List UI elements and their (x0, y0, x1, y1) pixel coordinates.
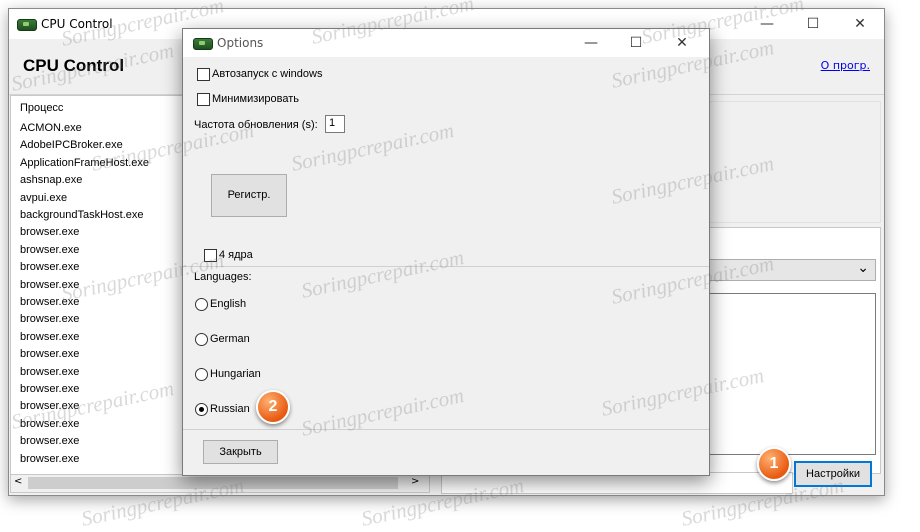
options-close-button[interactable]: ✕ (667, 32, 697, 54)
process-row[interactable]: browser.exe (20, 453, 79, 465)
section-divider (183, 266, 709, 267)
process-row[interactable]: browser.exe (20, 400, 79, 412)
process-row[interactable]: browser.exe (20, 296, 79, 308)
process-row[interactable]: browser.exe (20, 418, 79, 430)
footer-divider (183, 429, 709, 430)
process-row[interactable]: browser.exe (20, 348, 79, 360)
process-row[interactable]: browser.exe (20, 383, 79, 395)
process-row[interactable]: browser.exe (20, 226, 79, 238)
english-radio[interactable] (195, 298, 208, 311)
options-maximize-button[interactable]: ☐ (621, 32, 651, 54)
cpu-chip-icon (193, 38, 213, 50)
process-column-header[interactable]: Процесс (20, 102, 63, 114)
process-row[interactable]: backgroundTaskHost.exe (20, 209, 144, 221)
english-label: English (210, 298, 247, 310)
russian-label: Russian (210, 403, 250, 415)
four-cores-label: 4 ядра (219, 249, 253, 261)
four-cores-checkbox[interactable] (204, 249, 217, 262)
process-row[interactable]: ACMON.exe (20, 122, 82, 134)
process-row[interactable]: browser.exe (20, 435, 79, 447)
process-row[interactable]: browser.exe (20, 366, 79, 378)
minimize-button[interactable]: — (752, 13, 782, 35)
options-title: Options (217, 36, 264, 50)
process-row[interactable]: browser.exe (20, 261, 79, 273)
cpu-chip-icon (17, 19, 37, 31)
german-radio[interactable] (195, 333, 208, 346)
step-1-badge: 1 (757, 447, 791, 481)
process-row[interactable]: avpui.exe (20, 192, 67, 204)
minimize-checkbox[interactable] (197, 93, 210, 106)
scrollbar-thumb[interactable] (28, 477, 398, 489)
options-titlebar: Options — ☐ ✕ (183, 29, 709, 57)
about-link[interactable]: О прогр. (821, 59, 870, 72)
minimize-label: Минимизировать (212, 93, 300, 105)
maximize-button[interactable]: ☐ (798, 13, 828, 35)
app-title: CPU Control (23, 56, 125, 75)
russian-radio[interactable] (195, 403, 208, 416)
process-row[interactable]: browser.exe (20, 313, 79, 325)
options-minimize-button[interactable]: — (576, 32, 606, 54)
settings-button[interactable]: Настройки (794, 461, 872, 487)
autostart-label: Автозапуск с windows (212, 68, 323, 80)
process-row[interactable]: browser.exe (20, 244, 79, 256)
close-button[interactable]: ✕ (845, 13, 875, 35)
languages-label: Languages: (194, 271, 252, 283)
process-row[interactable]: browser.exe (20, 279, 79, 291)
hungarian-label: Hungarian (210, 368, 261, 380)
refresh-rate-label: Частота обновления (s): (194, 119, 318, 131)
chevron-down-icon: ⌄ (857, 260, 869, 276)
scroll-right-arrow[interactable]: > (411, 476, 419, 487)
refresh-rate-input[interactable]: 1 (325, 115, 345, 133)
process-row[interactable]: AdobeIPCBroker.exe (20, 139, 123, 151)
process-row[interactable]: ashsnap.exe (20, 174, 82, 186)
window-title: CPU Control (41, 17, 113, 31)
hungarian-radio[interactable] (195, 368, 208, 381)
horizontal-scrollbar[interactable]: < > (10, 474, 430, 493)
german-label: German (210, 333, 250, 345)
process-row[interactable]: browser.exe (20, 331, 79, 343)
process-row[interactable]: ApplicationFrameHost.exe (20, 157, 149, 169)
step-2-badge: 2 (256, 390, 290, 424)
close-dialog-button[interactable]: Закрыть (203, 440, 278, 464)
autostart-checkbox[interactable] (197, 68, 210, 81)
register-button[interactable]: Регистр. (211, 174, 287, 217)
scroll-left-arrow[interactable]: < (14, 476, 22, 487)
